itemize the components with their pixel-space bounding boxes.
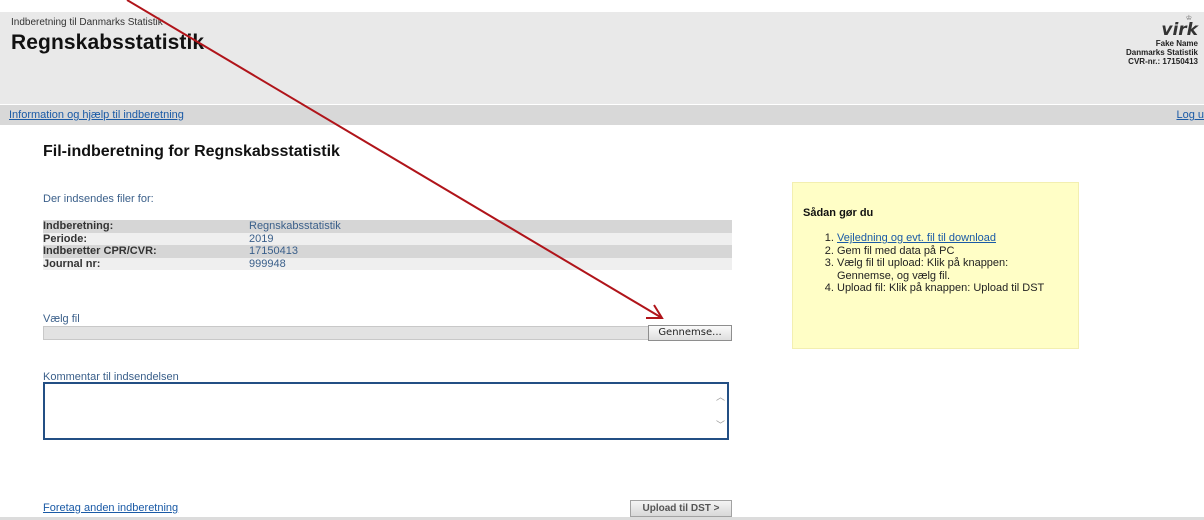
table-row: Periode: 2019	[43, 232, 732, 245]
info-value: 17150413	[249, 245, 298, 257]
page-title: Fil-indberetning for Regnskabsstatistik	[43, 143, 340, 160]
help-steps: Vejledning og evt. fil til download Gem …	[837, 232, 1047, 295]
info-label: Indberetning:	[43, 220, 114, 232]
file-path-field[interactable]	[43, 326, 732, 340]
scroll-down-icon[interactable]: ﹀	[716, 418, 725, 431]
info-label: Periode:	[43, 232, 88, 245]
comment-textarea[interactable]	[43, 382, 729, 440]
table-row: Indberetning: Regnskabsstatistik	[43, 220, 732, 233]
info-value: Regnskabsstatistik	[249, 220, 341, 232]
upload-button[interactable]: Upload til DST >	[630, 500, 732, 517]
table-row: Journal nr: 999948	[43, 257, 732, 270]
submission-info-table: Indberetning: Regnskabsstatistik Periode…	[43, 220, 732, 270]
help-step: Vælg fil til upload: Klik på knappen: Ge…	[837, 257, 1047, 282]
app-title: Regnskabsstatistik	[11, 31, 205, 54]
user-info: ♔ virk Fake Name Danmarks Statistik CVR-…	[1125, 15, 1198, 66]
app-header: Indberetning til Danmarks Statistik Regn…	[0, 12, 1204, 104]
intro-text: Der indsendes filer for:	[43, 193, 154, 205]
help-step: Vejledning og evt. fil til download	[837, 232, 1047, 245]
header-subtitle: Indberetning til Danmarks Statistik	[11, 17, 163, 28]
arrow-head	[646, 304, 664, 319]
info-value: 999948	[249, 257, 286, 270]
help-box: Sådan gør du Vejledning og evt. fil til …	[792, 182, 1079, 349]
help-step: Upload fil: Klik på knappen: Upload til …	[837, 282, 1047, 295]
file-label: Vælg fil	[43, 313, 80, 325]
info-label: Indberetter CPR/CVR:	[43, 245, 157, 257]
help-link[interactable]: Information og hjælp til indberetning	[9, 109, 184, 121]
cvr-number: CVR-nr.: 17150413	[1128, 57, 1198, 66]
virk-logo: virk	[1161, 20, 1198, 40]
table-row: Indberetter CPR/CVR: 17150413	[43, 245, 732, 258]
organization-name: Danmarks Statistik	[1125, 48, 1198, 57]
logout-link[interactable]: Log u	[1176, 109, 1204, 121]
help-title: Sådan gør du	[803, 207, 874, 219]
info-label: Journal nr:	[43, 257, 101, 270]
guide-download-link[interactable]: Vejledning og evt. fil til download	[837, 232, 996, 244]
user-name: Fake Name	[1155, 39, 1198, 48]
nav-bar: Information og hjælp til indberetning Lo…	[0, 105, 1204, 125]
help-step: Gem fil med data på PC	[837, 245, 1047, 258]
scroll-up-icon[interactable]: ︿	[716, 390, 725, 403]
browse-button[interactable]: Gennemse...	[648, 325, 732, 341]
info-value: 2019	[249, 232, 274, 245]
other-submission-link[interactable]: Foretag anden indberetning	[43, 502, 178, 514]
